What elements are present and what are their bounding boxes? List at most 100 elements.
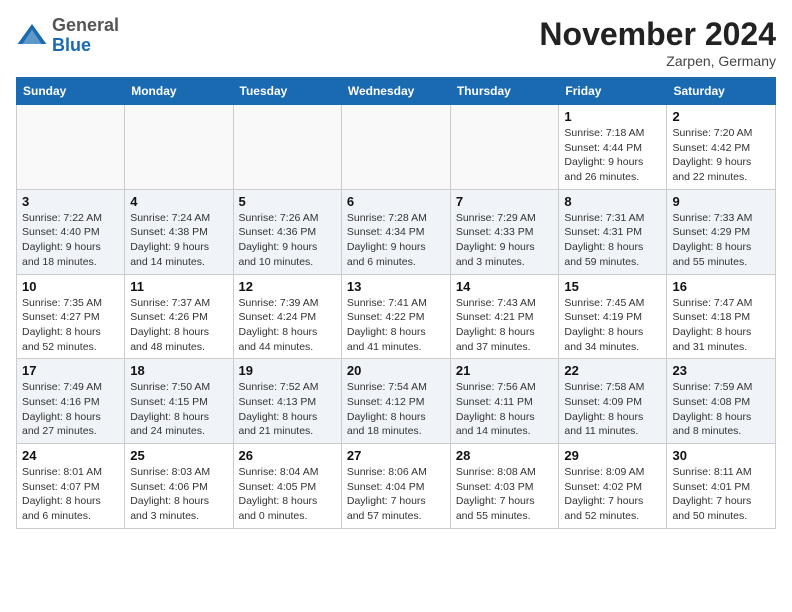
day-info: Sunrise: 8:11 AM Sunset: 4:01 PM Dayligh… [672,465,770,524]
calendar-cell: 8Sunrise: 7:31 AM Sunset: 4:31 PM Daylig… [559,189,667,274]
col-header-sunday: Sunday [17,78,125,105]
col-header-friday: Friday [559,78,667,105]
day-info: Sunrise: 8:03 AM Sunset: 4:06 PM Dayligh… [130,465,227,524]
day-number: 21 [456,363,554,378]
calendar-cell: 20 Sunrise: 7:54 AM Sunset: 4:12 PM Dayli… [341,359,450,444]
day-info: Sunrise: 7:20 AM Sunset: 4:42 PM Dayligh… [672,126,770,185]
logo-icon [16,20,48,52]
calendar-week-row: 3Sunrise: 7:22 AM Sunset: 4:40 PM Daylig… [17,189,776,274]
day-info: Sunrise: 7:50 AM Sunset: 4:15 PM Dayligh… [130,380,227,439]
month-title: November 2024 [539,16,776,53]
day-info: Sunrise: 7:26 AM Sunset: 4:36 PM Dayligh… [239,211,336,270]
day-number: 17 [22,363,119,378]
col-header-wednesday: Wednesday [341,78,450,105]
calendar-cell: 4Sunrise: 7:24 AM Sunset: 4:38 PM Daylig… [125,189,233,274]
day-info: Sunrise: 7:56 AM Sunset: 4:11 PM Dayligh… [456,380,554,439]
calendar-cell: 2 Sunrise: 7:20 AM Sunset: 4:42 PM Daylig… [667,105,776,190]
calendar-cell [233,105,341,190]
day-number: 25 [130,448,227,463]
day-number: 30 [672,448,770,463]
calendar-cell: 12 Sunrise: 7:39 AM Sunset: 4:24 PM Dayli… [233,274,341,359]
day-number: 9 [672,194,770,209]
calendar-cell: 17 Sunrise: 7:49 AM Sunset: 4:16 PM Dayli… [17,359,125,444]
calendar-cell: 7Sunrise: 7:29 AM Sunset: 4:33 PM Daylig… [450,189,559,274]
calendar-cell: 10 Sunrise: 7:35 AM Sunset: 4:27 PM Dayli… [17,274,125,359]
calendar-cell: 6 Sunrise: 7:28 AM Sunset: 4:34 PM Daylig… [341,189,450,274]
day-info: Sunrise: 7:49 AM Sunset: 4:16 PM Dayligh… [22,380,119,439]
day-number: 11 [130,279,227,294]
day-number: 8 [564,194,661,209]
day-number: 14 [456,279,554,294]
day-number: 19 [239,363,336,378]
day-info: Sunrise: 8:04 AM Sunset: 4:05 PM Dayligh… [239,465,336,524]
day-info: Sunrise: 7:37 AM Sunset: 4:26 PM Dayligh… [130,296,227,355]
logo-blue: Blue [52,35,91,55]
day-info: Sunrise: 7:54 AM Sunset: 4:12 PM Dayligh… [347,380,445,439]
day-info: Sunrise: 7:43 AM Sunset: 4:21 PM Dayligh… [456,296,554,355]
day-info: Sunrise: 7:24 AM Sunset: 4:38 PM Dayligh… [130,211,227,270]
day-info: Sunrise: 7:33 AM Sunset: 4:29 PM Dayligh… [672,211,770,270]
day-number: 26 [239,448,336,463]
calendar-header-row: SundayMondayTuesdayWednesdayThursdayFrid… [17,78,776,105]
day-number: 29 [564,448,661,463]
day-info: Sunrise: 7:41 AM Sunset: 4:22 PM Dayligh… [347,296,445,355]
calendar-cell: 26 Sunrise: 8:04 AM Sunset: 4:05 PM Dayli… [233,444,341,529]
calendar-cell [17,105,125,190]
day-number: 10 [22,279,119,294]
calendar-cell: 5 Sunrise: 7:26 AM Sunset: 4:36 PM Daylig… [233,189,341,274]
calendar-cell: 19Sunrise: 7:52 AM Sunset: 4:13 PM Dayli… [233,359,341,444]
day-number: 7 [456,194,554,209]
calendar-cell: 15Sunrise: 7:45 AM Sunset: 4:19 PM Dayli… [559,274,667,359]
day-number: 22 [564,363,661,378]
day-info: Sunrise: 8:01 AM Sunset: 4:07 PM Dayligh… [22,465,119,524]
day-info: Sunrise: 7:35 AM Sunset: 4:27 PM Dayligh… [22,296,119,355]
calendar-cell [341,105,450,190]
day-number: 2 [672,109,770,124]
col-header-thursday: Thursday [450,78,559,105]
calendar-cell: 22 Sunrise: 7:58 AM Sunset: 4:09 PM Dayli… [559,359,667,444]
logo-text: General Blue [52,16,119,56]
title-area: November 2024 Zarpen, Germany [539,16,776,69]
calendar-cell: 28Sunrise: 8:08 AM Sunset: 4:03 PM Dayli… [450,444,559,529]
calendar: SundayMondayTuesdayWednesdayThursdayFrid… [16,77,776,529]
day-number: 20 [347,363,445,378]
day-info: Sunrise: 7:58 AM Sunset: 4:09 PM Dayligh… [564,380,661,439]
day-info: Sunrise: 7:39 AM Sunset: 4:24 PM Dayligh… [239,296,336,355]
day-number: 24 [22,448,119,463]
day-number: 6 [347,194,445,209]
day-number: 18 [130,363,227,378]
day-number: 13 [347,279,445,294]
calendar-week-row: 24 Sunrise: 8:01 AM Sunset: 4:07 PM Dayli… [17,444,776,529]
logo-general: General [52,15,119,35]
day-number: 28 [456,448,554,463]
logo: General Blue [16,16,119,56]
header: General Blue November 2024 Zarpen, Germa… [16,16,776,69]
day-info: Sunrise: 7:28 AM Sunset: 4:34 PM Dayligh… [347,211,445,270]
calendar-cell: 29 Sunrise: 8:09 AM Sunset: 4:02 PM Dayli… [559,444,667,529]
col-header-monday: Monday [125,78,233,105]
col-header-tuesday: Tuesday [233,78,341,105]
day-info: Sunrise: 7:18 AM Sunset: 4:44 PM Dayligh… [564,126,661,185]
calendar-cell: 14 Sunrise: 7:43 AM Sunset: 4:21 PM Dayli… [450,274,559,359]
calendar-cell: 3Sunrise: 7:22 AM Sunset: 4:40 PM Daylig… [17,189,125,274]
calendar-cell: 24 Sunrise: 8:01 AM Sunset: 4:07 PM Dayli… [17,444,125,529]
day-info: Sunrise: 7:22 AM Sunset: 4:40 PM Dayligh… [22,211,119,270]
col-header-saturday: Saturday [667,78,776,105]
calendar-cell: 21 Sunrise: 7:56 AM Sunset: 4:11 PM Dayli… [450,359,559,444]
calendar-week-row: 17 Sunrise: 7:49 AM Sunset: 4:16 PM Dayli… [17,359,776,444]
calendar-cell: 27Sunrise: 8:06 AM Sunset: 4:04 PM Dayli… [341,444,450,529]
calendar-week-row: 1 Sunrise: 7:18 AM Sunset: 4:44 PM Daylig… [17,105,776,190]
day-number: 5 [239,194,336,209]
calendar-cell: 18 Sunrise: 7:50 AM Sunset: 4:15 PM Dayli… [125,359,233,444]
calendar-cell [450,105,559,190]
calendar-cell: 30 Sunrise: 8:11 AM Sunset: 4:01 PM Dayli… [667,444,776,529]
calendar-cell: 1 Sunrise: 7:18 AM Sunset: 4:44 PM Daylig… [559,105,667,190]
calendar-cell: 11 Sunrise: 7:37 AM Sunset: 4:26 PM Dayli… [125,274,233,359]
day-info: Sunrise: 7:47 AM Sunset: 4:18 PM Dayligh… [672,296,770,355]
day-info: Sunrise: 8:09 AM Sunset: 4:02 PM Dayligh… [564,465,661,524]
day-number: 16 [672,279,770,294]
day-number: 27 [347,448,445,463]
day-number: 12 [239,279,336,294]
day-number: 1 [564,109,661,124]
calendar-cell: 13 Sunrise: 7:41 AM Sunset: 4:22 PM Dayli… [341,274,450,359]
